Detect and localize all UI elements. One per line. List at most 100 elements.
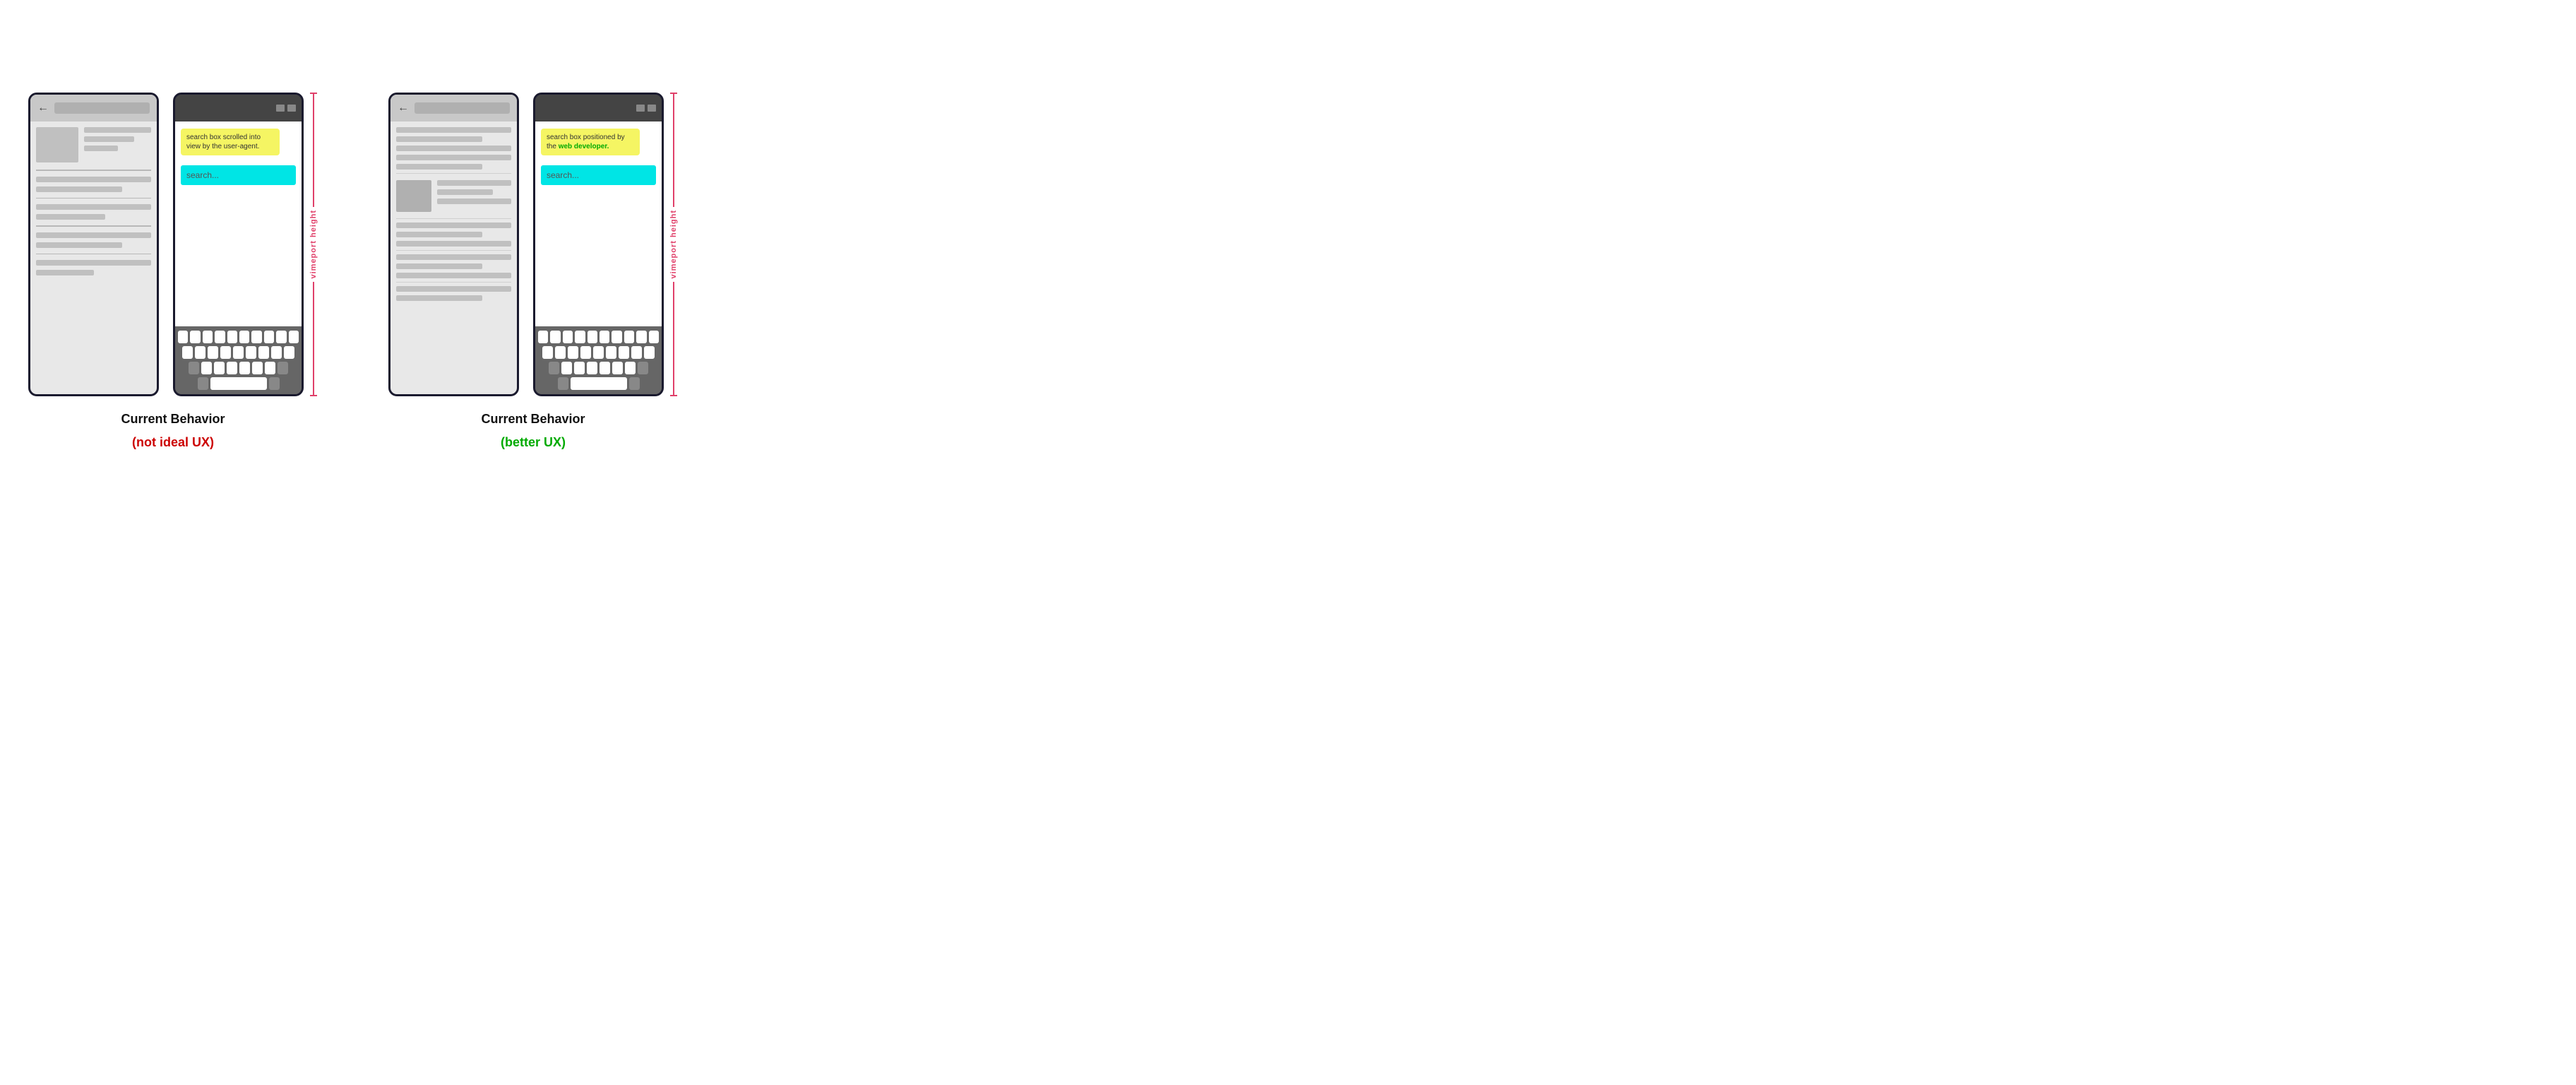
key (201, 362, 212, 374)
content-line (396, 241, 511, 247)
keyboard-row-g4 (538, 377, 659, 390)
key (574, 362, 585, 374)
content-img-row (36, 127, 151, 162)
key (289, 331, 299, 343)
content-line (437, 180, 511, 186)
content-line (396, 146, 511, 151)
key (178, 331, 188, 343)
phone-left-2: ← (388, 93, 519, 396)
bracket-line-bottom-2 (673, 282, 674, 395)
key (265, 362, 275, 374)
viewport-label-2: vimeport height (669, 207, 678, 282)
main-container: ← (28, 93, 1260, 450)
separator (36, 254, 151, 255)
tooltip-good-highlight: web developer. (559, 143, 609, 150)
content-line (396, 155, 511, 160)
key (631, 346, 642, 359)
back-arrow-icon: ← (37, 102, 49, 114)
key (252, 362, 263, 374)
content-line (36, 186, 122, 192)
key (251, 331, 261, 343)
keyboard-row-2 (178, 346, 299, 359)
content-line (396, 127, 511, 133)
key (190, 331, 200, 343)
scenario-1-subtitle: (not ideal UX) (132, 435, 214, 450)
content-line (437, 198, 511, 204)
scenario-2: ← (388, 93, 678, 450)
scenario-1-title: Current Behavior (121, 412, 225, 427)
scenario-2-devices: ← (388, 93, 678, 396)
thumbnail (396, 180, 431, 212)
scenario-1: ← (28, 93, 318, 450)
search-input-bad[interactable]: search... (181, 165, 296, 185)
key (195, 346, 205, 359)
key (568, 346, 578, 359)
content-line (36, 204, 151, 210)
viewport-bracket-2: vimeport height (669, 93, 678, 396)
key (258, 346, 269, 359)
separator (36, 225, 151, 227)
phone-right-2-header (535, 95, 662, 121)
key-shift (549, 362, 559, 374)
keyboard-bad (175, 326, 302, 394)
key (239, 362, 250, 374)
tooltip-good: search box positioned by the web develop… (541, 129, 640, 155)
divider (396, 250, 511, 251)
key (619, 346, 629, 359)
bracket-line-top-2 (673, 94, 674, 207)
keyboard-row-1 (178, 331, 299, 343)
divider (396, 218, 511, 219)
thumb-lines (437, 180, 511, 212)
search-input-good[interactable]: search... (541, 165, 656, 185)
key (550, 331, 560, 343)
key (600, 331, 609, 343)
divider (396, 173, 511, 174)
key (182, 346, 193, 359)
content-line (396, 223, 511, 228)
key (276, 331, 286, 343)
window-btn-2 (648, 105, 656, 112)
header-bar-2 (415, 102, 510, 114)
key (561, 362, 572, 374)
key (612, 331, 621, 343)
separator (36, 198, 151, 199)
key (593, 346, 604, 359)
key (555, 346, 566, 359)
key (588, 331, 597, 343)
keyboard-good (535, 326, 662, 394)
key (636, 331, 646, 343)
key-backspace (278, 362, 288, 374)
phone-left-1: ← (28, 93, 159, 396)
key (580, 346, 591, 359)
key (612, 362, 623, 374)
key (227, 362, 237, 374)
separator (36, 170, 151, 171)
key (208, 346, 218, 359)
key (600, 362, 610, 374)
content-line (396, 254, 511, 260)
content-line (36, 232, 151, 238)
phone-2-content (390, 121, 517, 307)
key-return (269, 377, 280, 390)
key (575, 331, 585, 343)
image-placeholder (36, 127, 78, 162)
bracket-bottom-end-2 (670, 395, 677, 396)
phone-right-2-content: search box positioned by the web develop… (535, 121, 662, 326)
key (625, 362, 636, 374)
content-lines (84, 127, 151, 162)
key (233, 346, 244, 359)
phone-right-1: search box scrolled into view by the use… (173, 93, 304, 396)
key-123 (198, 377, 208, 390)
phone-right-header (175, 95, 302, 121)
content-line (36, 260, 151, 266)
key (220, 346, 231, 359)
window-btn (287, 105, 296, 112)
key (271, 346, 282, 359)
key (203, 331, 213, 343)
content-line (36, 177, 151, 182)
phone-1-content (30, 121, 157, 281)
window-btn-2 (636, 105, 645, 112)
keyboard-row-3 (178, 362, 299, 374)
viewport-label-1: vimeport height (309, 207, 318, 282)
content-line (396, 273, 511, 278)
